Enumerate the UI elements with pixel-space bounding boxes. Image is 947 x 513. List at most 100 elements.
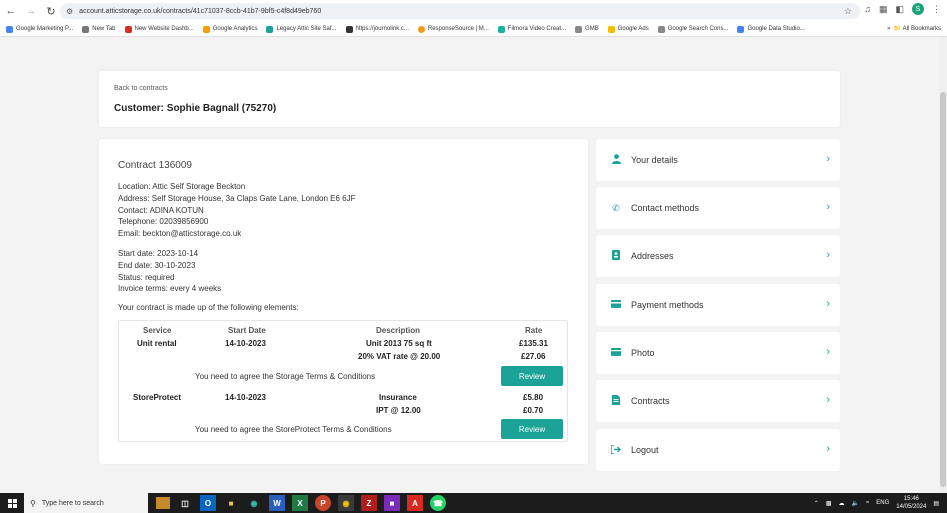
file-explorer-icon[interactable]: ■ — [223, 495, 239, 511]
wifi-icon[interactable]: ≈ — [866, 500, 869, 506]
bookmark-item[interactable]: Filmora Video Creat... — [497, 25, 566, 33]
reload-icon[interactable]: ↻ — [42, 2, 60, 20]
notification-icon[interactable]: ▤ — [933, 500, 939, 507]
language-indicator[interactable]: ENG — [876, 500, 889, 506]
end-date-text: End date: 30-10-2023 — [118, 260, 196, 270]
cloud-icon[interactable]: ☁ — [839, 500, 845, 507]
bookmark-favicon-icon — [737, 25, 745, 33]
elements-intro: Your contract is made up of the followin… — [118, 303, 299, 312]
excel-icon[interactable]: X — [292, 495, 308, 511]
bookmark-item[interactable]: Google Ads — [607, 25, 649, 33]
news-widget-icon[interactable] — [156, 497, 170, 509]
bookmark-item[interactable]: GMB — [575, 25, 599, 33]
whatsapp-icon[interactable]: ☎ — [430, 495, 446, 511]
clock[interactable]: 15:46 14/05/2024 — [896, 495, 926, 511]
column-header-start-date: Start Date — [228, 326, 266, 335]
bookmark-favicon-icon — [417, 25, 425, 33]
bookmark-favicon-icon — [657, 25, 665, 33]
review-storeprotect-terms-button[interactable]: Review — [501, 419, 563, 439]
chrome-icon[interactable]: ◉ — [338, 495, 354, 511]
description-line: IPT @ 12.00 — [376, 406, 421, 415]
bookmarks-bar: Google Marketing P... New Tab New Websit… — [0, 22, 947, 37]
customer-header-card: Back to contracts Customer: Sophie Bagna… — [99, 71, 840, 127]
clock-date: 14/05/2024 — [896, 504, 927, 510]
edge-icon[interactable]: ◉ — [246, 495, 262, 511]
chevron-up-icon[interactable]: ⌃ — [814, 500, 819, 507]
address-bar[interactable]: ⚙ account.atticstorage.co.uk/contracts/4… — [60, 3, 860, 19]
chevron-right-icon: › — [826, 201, 830, 213]
extensions-icon[interactable]: ▦ — [879, 4, 888, 15]
network-icon[interactable]: ▩ — [826, 500, 832, 507]
bookmark-favicon-icon — [345, 25, 353, 33]
contract-elements-table: Service Start Date Description Rate Unit… — [118, 320, 568, 442]
column-header-description: Description — [376, 326, 421, 335]
location-details: Location: Attic Self Storage Beckton Add… — [118, 181, 355, 240]
acrobat-icon[interactable]: A — [407, 495, 423, 511]
menu-item-contact-methods[interactable]: ✆ Contact methods › — [596, 187, 840, 229]
bookmark-star-icon[interactable]: ☆ — [844, 6, 852, 17]
forward-arrow-icon[interactable]: → — [22, 2, 40, 20]
menu-label: Your details — [631, 155, 678, 165]
bookmark-item[interactable]: Google Search Cons... — [657, 25, 728, 33]
menu-item-contracts[interactable]: Contracts › — [596, 380, 840, 422]
browser-menu-icon[interactable]: ⋮ — [932, 4, 941, 15]
outlook-icon[interactable]: O — [200, 495, 216, 511]
media-icon[interactable]: ♫ — [864, 4, 871, 14]
review-storage-terms-button[interactable]: Review — [501, 366, 563, 386]
menu-item-your-details[interactable]: Your details › — [596, 139, 840, 181]
address-text: Address: Self Storage House, 3a Claps Ga… — [118, 193, 356, 203]
bookmark-favicon-icon — [575, 25, 583, 33]
powerpoint-icon[interactable]: P — [315, 495, 331, 511]
menu-label: Logout — [631, 445, 659, 455]
menu-label: Photo — [631, 348, 655, 358]
back-arrow-icon[interactable]: ← — [2, 2, 20, 20]
chevron-right-icon: › — [826, 153, 830, 165]
search-icon: ⚲ — [30, 498, 36, 508]
chevron-right-icon: › — [826, 249, 830, 261]
search-placeholder: Type here to search — [41, 499, 104, 507]
clock-time: 15:46 — [903, 496, 919, 502]
bookmark-favicon-icon — [124, 25, 132, 33]
bookmark-item[interactable]: New Tab — [82, 25, 116, 33]
telephone-text: Telephone: 02039856900 — [118, 217, 209, 227]
bookmark-item[interactable]: Google Marketing P... — [6, 25, 73, 33]
start-button[interactable] — [0, 493, 24, 513]
all-bookmarks-button[interactable]: » 📁 All Bookmarks — [881, 25, 941, 32]
menu-item-addresses[interactable]: Addresses › — [596, 235, 840, 277]
task-view-icon[interactable]: ◫ — [177, 495, 193, 511]
start-date-text: Start date: 2023-10-14 — [118, 249, 199, 258]
description-line: Unit 2013 75 sq ft — [366, 339, 432, 348]
bookmark-favicon-icon — [266, 25, 274, 33]
bookmark-item[interactable]: ResponseSource | M... — [417, 25, 489, 33]
profile-avatar[interactable]: S — [912, 3, 924, 15]
bookmark-item[interactable]: https://journolink.c... — [345, 25, 409, 33]
menu-label: Contact methods — [631, 203, 700, 213]
back-to-contracts-link[interactable]: Back to contracts — [114, 85, 168, 92]
taskbar-search[interactable]: ⚲ Type here to search — [24, 493, 148, 513]
site-info-icon[interactable]: ⚙ — [66, 7, 73, 16]
status-text: Status: required — [118, 272, 175, 282]
phone-icon: ✆ — [612, 202, 620, 213]
bookmark-item[interactable]: Google Analytics — [202, 25, 257, 33]
menu-item-payment-methods[interactable]: Payment methods › — [596, 284, 840, 326]
bookmark-favicon-icon — [82, 25, 90, 33]
menu-label: Addresses — [631, 251, 674, 261]
sidepanel-icon[interactable]: ◧ — [895, 4, 904, 15]
service-name: StoreProtect — [133, 393, 182, 402]
app-icon[interactable]: ■ — [384, 495, 400, 511]
bookmark-item[interactable]: Google Data Studio... — [737, 25, 805, 33]
bookmark-item[interactable]: Legacy Attic Site Saf... — [266, 25, 337, 33]
scrollbar-thumb[interactable] — [940, 92, 946, 487]
contract-title: Contract 136009 — [118, 160, 192, 171]
description-line: 20% VAT rate @ 20.00 — [358, 352, 441, 361]
folder-icon: 📁 — [893, 26, 902, 32]
bookmark-favicon-icon — [202, 25, 210, 33]
page-scrollbar[interactable] — [939, 37, 947, 493]
bookmark-item[interactable]: New Website Dashb... — [124, 25, 194, 33]
terms-notice: You need to agree the StoreProtect Terms… — [195, 425, 392, 434]
menu-item-photo[interactable]: Photo › — [596, 332, 840, 374]
word-icon[interactable]: W — [269, 495, 285, 511]
menu-item-logout[interactable]: Logout › — [596, 429, 840, 471]
volume-icon[interactable]: 🔈 — [852, 500, 859, 507]
filezilla-icon[interactable]: Z — [361, 495, 377, 511]
